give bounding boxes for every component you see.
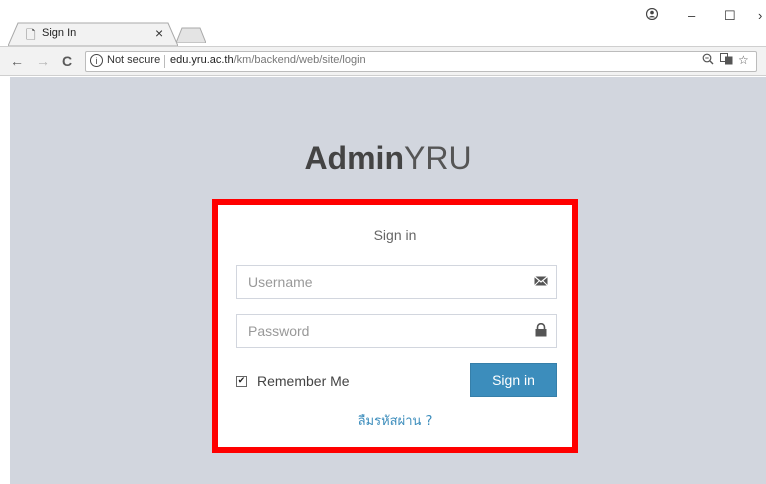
maximize-button[interactable]: ☐ [724,8,736,24]
username-input[interactable] [237,266,517,298]
profile-icon[interactable] [645,7,659,23]
address-separator [164,55,165,68]
brand-bold: Admin [304,140,404,176]
bookmark-star-icon[interactable]: ☆ [738,53,749,67]
login-box: Sign in ✔ Remember Me Sign in ลืมรหัสผ่า… [218,205,572,447]
page-icon: 🗋 [26,28,36,42]
info-icon[interactable]: i [90,54,103,67]
url-text[interactable]: edu.yru.ac.th/km/backend/web/site/login [170,54,366,66]
login-box-title: Sign in [373,227,417,243]
reload-button[interactable]: C [62,53,72,69]
password-field [236,314,557,348]
url-host: edu.yru.ac.th [170,54,234,66]
brand-light: YRU [403,140,472,176]
security-label[interactable]: Not secure [107,54,160,66]
forgot-password-link[interactable]: ลืมรหัสผ่าน ? [218,410,572,431]
close-window-button[interactable]: › [758,8,762,23]
browser-toolbar: ← → C i Not secure edu.yru.ac.th/km/back… [0,46,766,76]
sign-in-button[interactable]: Sign in [470,363,557,397]
lock-icon [535,323,547,337]
remember-checkbox[interactable]: ✔ [236,376,247,387]
browser-tab-bar: 🗋 Sign In × – ☐ › [0,0,766,46]
url-path: /km/backend/web/site/login [233,54,366,66]
tab-close-icon[interactable]: × [155,25,163,41]
translate-icon[interactable] [720,53,733,68]
minimize-button[interactable]: – [688,8,695,23]
zoom-icon[interactable] [702,53,714,68]
envelope-icon [534,276,548,286]
back-button[interactable]: ← [10,53,24,69]
username-field [236,265,557,299]
login-page: AdminYRU Sign in ✔ Remember Me Sign in ล… [10,77,766,484]
page-title: AdminYRU [10,140,766,177]
address-bar[interactable]: i Not secure edu.yru.ac.th/km/backend/we… [85,51,757,72]
forward-button[interactable]: → [36,53,50,69]
new-tab-button[interactable] [176,27,206,43]
password-input[interactable] [237,315,517,347]
tab-title: Sign In [42,27,77,39]
remember-label[interactable]: Remember Me [257,373,350,389]
